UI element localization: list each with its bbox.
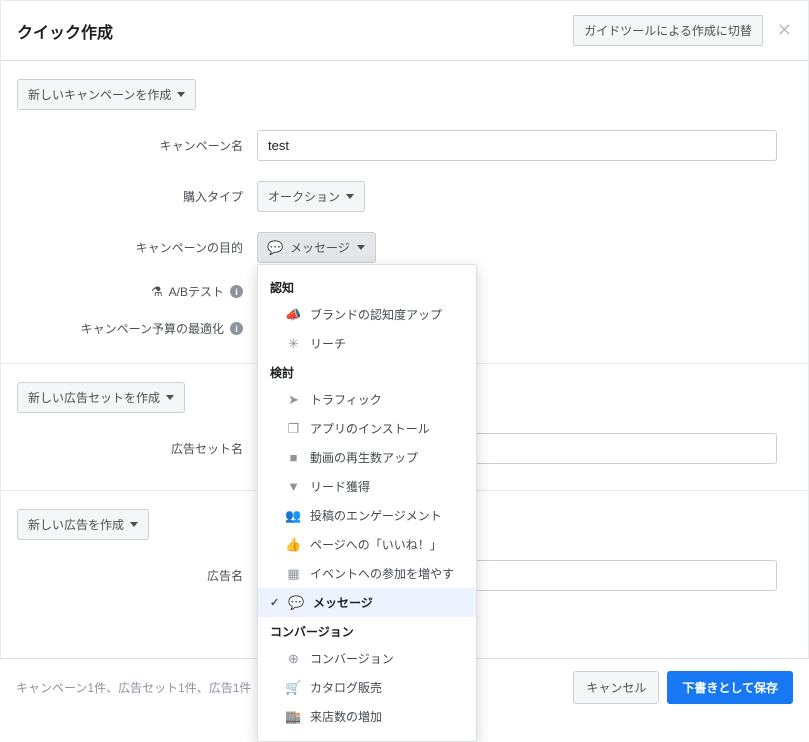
chevron-down-icon: [346, 194, 354, 199]
campaign-name-input[interactable]: [257, 130, 777, 161]
label-buy-type: 購入タイプ: [17, 188, 257, 205]
label-budget-opt: キャンペーン予算の最適化 i: [17, 320, 257, 337]
menu-item-catalog-sales[interactable]: 🛒 カタログ販売: [258, 673, 476, 702]
messages-icon: 💬: [289, 595, 304, 611]
chevron-down-icon: [177, 92, 185, 97]
row-buy-type: 購入タイプ オークション: [17, 181, 792, 212]
chevron-down-icon: [166, 395, 174, 400]
switch-guided-button[interactable]: ガイドツールによる作成に切替: [573, 15, 763, 46]
menu-item-video-views[interactable]: ■ 動画の再生数アップ: [258, 443, 476, 472]
menu-item-lead-gen[interactable]: ▼ リード獲得: [258, 472, 476, 501]
menu-item-traffic[interactable]: ➤ トラフィック: [258, 385, 476, 414]
people-icon: 👥: [286, 508, 301, 524]
store-icon: 🏬: [286, 709, 301, 725]
label-ab-test: ⚗ A/Bテスト i: [17, 283, 257, 300]
dialog-body: 新しいキャンペーンを作成 キャンペーン名 購入タイプ オークション キャンペーン…: [1, 61, 808, 591]
menu-item-event-responses[interactable]: ▦ イベントへの参加を増やす: [258, 559, 476, 588]
flask-icon: ⚗: [151, 285, 163, 298]
new-ad-dropdown[interactable]: 新しい広告を作成: [17, 509, 149, 540]
cancel-button[interactable]: キャンセル: [573, 671, 659, 704]
buy-type-value: オークション: [268, 188, 340, 205]
info-icon[interactable]: i: [230, 285, 243, 298]
new-ad-label: 新しい広告を作成: [28, 516, 124, 533]
thumb-up-icon: 👍: [286, 537, 301, 553]
video-icon: ■: [286, 450, 301, 465]
menu-item-conversions[interactable]: ⊕ コンバージョン: [258, 644, 476, 673]
new-adset-dropdown[interactable]: 新しい広告セットを作成: [17, 382, 185, 413]
megaphone-icon: 📣: [286, 307, 301, 323]
menu-group-awareness: 認知: [258, 273, 476, 300]
globe-icon: ⊕: [286, 651, 301, 667]
label-objective: キャンペーンの目的: [17, 239, 257, 256]
objective-dropdown[interactable]: 💬 メッセージ: [257, 232, 376, 263]
menu-item-reach[interactable]: ✳ リーチ: [258, 329, 476, 358]
menu-item-page-likes[interactable]: 👍 ページへの「いいね！」: [258, 530, 476, 559]
objective-menu: 認知 📣 ブランドの認知度アップ ✳ リーチ 検討 ➤ トラフィック: [257, 264, 477, 742]
label-adset-name: 広告セット名: [17, 440, 257, 457]
new-campaign-dropdown[interactable]: 新しいキャンペーンを作成: [17, 79, 196, 110]
buy-type-dropdown[interactable]: オークション: [257, 181, 365, 212]
chevron-down-icon: [130, 522, 138, 527]
chevron-down-icon: [357, 245, 365, 250]
funnel-icon: ▼: [286, 479, 301, 494]
close-icon[interactable]: ✕: [777, 20, 792, 41]
menu-item-engagement[interactable]: 👥 投稿のエンゲージメント: [258, 501, 476, 530]
save-draft-button[interactable]: 下書きとして保存: [667, 671, 793, 704]
new-adset-label: 新しい広告セットを作成: [28, 389, 160, 406]
objective-value: メッセージ: [290, 239, 350, 256]
label-campaign-name: キャンペーン名: [17, 137, 257, 154]
dialog-header: クイック作成 ガイドツールによる作成に切替 ✕: [1, 1, 808, 61]
cart-icon: 🛒: [286, 680, 301, 696]
menu-item-store-visits[interactable]: 🏬 来店数の増加: [258, 702, 476, 731]
menu-group-consideration: 検討: [258, 358, 476, 385]
messages-icon: 💬: [268, 240, 283, 256]
label-ad-name: 広告名: [17, 567, 257, 584]
info-icon[interactable]: i: [230, 322, 243, 335]
menu-item-messages[interactable]: ✓ 💬 メッセージ: [258, 588, 476, 617]
box-icon: ❐: [286, 421, 301, 437]
check-icon: ✓: [270, 596, 280, 609]
row-campaign-name: キャンペーン名: [17, 130, 792, 161]
new-campaign-label: 新しいキャンペーンを作成: [28, 86, 171, 103]
reach-icon: ✳: [286, 336, 301, 352]
menu-item-brand-awareness[interactable]: 📣 ブランドの認知度アップ: [258, 300, 476, 329]
calendar-icon: ▦: [286, 566, 301, 582]
footer-status-text: キャンペーン1件、広告セット1件、広告1件: [16, 679, 251, 696]
row-objective: キャンペーンの目的 💬 メッセージ 認知 📣 ブランドの認知度アップ ✳: [17, 232, 792, 263]
footer-actions: キャンセル 下書きとして保存: [573, 671, 793, 704]
header-actions: ガイドツールによる作成に切替 ✕: [573, 15, 792, 46]
menu-item-app-installs[interactable]: ❐ アプリのインストール: [258, 414, 476, 443]
dialog-title: クイック作成: [17, 19, 113, 43]
menu-group-conversion: コンバージョン: [258, 617, 476, 644]
cursor-icon: ➤: [286, 392, 301, 408]
